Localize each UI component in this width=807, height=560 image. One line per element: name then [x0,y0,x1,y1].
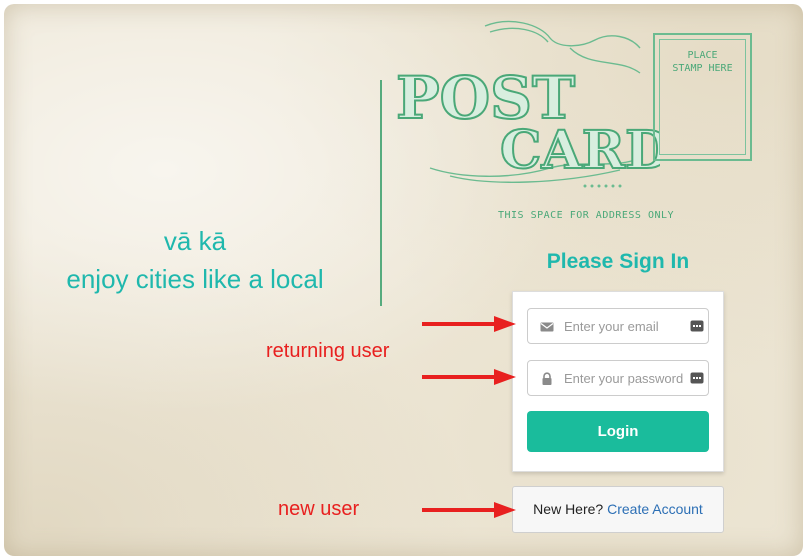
red-arrow-icon [422,502,516,518]
postcard-divider [380,80,382,306]
keyboard-icon[interactable] [690,371,704,385]
brand-slogan: enjoy cities like a local [66,264,324,294]
address-line: THIS SPACE FOR ADDRESS ONLY [498,210,675,221]
stamp-box: PLACE STAMP HERE [653,33,752,161]
tagline: vā kā enjoy cities like a local [30,222,360,298]
envelope-icon [540,322,554,332]
stamp-label-line1: PLACE [687,50,718,61]
email-field[interactable] [527,308,709,344]
red-arrow-icon [422,316,516,332]
email-input[interactable] [564,315,686,337]
create-account-link[interactable]: Create Account [607,501,703,517]
signin-title: Please Sign In [546,250,690,273]
login-panel: Login [512,291,724,472]
stamp-label-line2: STAMP HERE [672,63,733,74]
password-field[interactable] [527,360,709,396]
new-user-label: new user [278,498,360,520]
lock-icon [542,372,552,385]
new-account-box: New Here? Create Account [512,486,724,533]
returning-user-label: returning user [266,340,390,362]
logo-card-text: CARD [500,120,660,181]
keyboard-icon[interactable] [690,319,704,333]
login-button[interactable]: Login [527,411,709,452]
postcard-logo: POST CARD [395,20,660,188]
brand-name: vā kā [163,226,227,256]
new-here-text: New Here? [533,501,604,517]
password-input[interactable] [564,367,686,389]
red-arrow-icon [422,369,516,385]
